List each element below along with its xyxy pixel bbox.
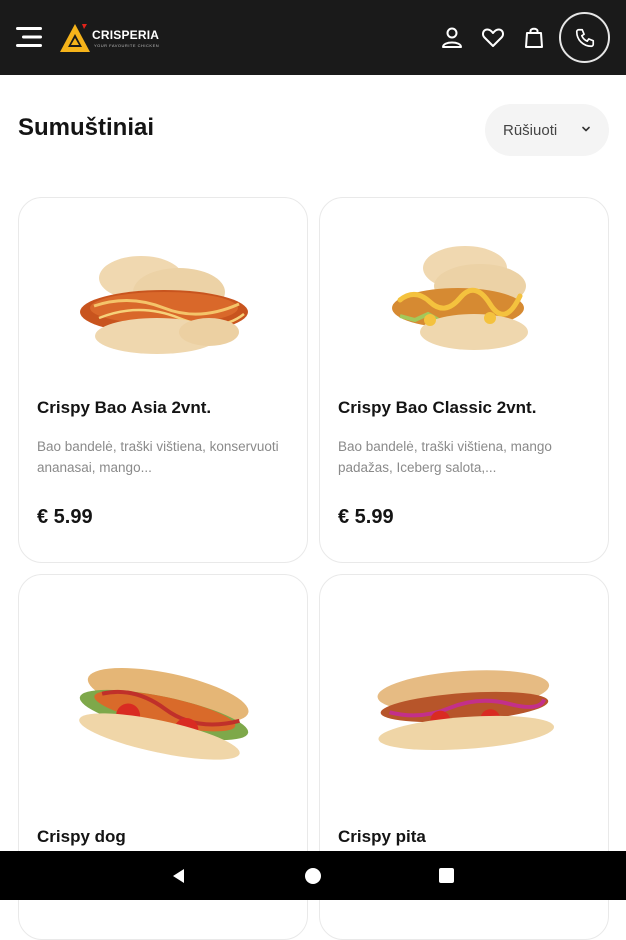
sort-label: Rūšiuoti — [503, 121, 558, 139]
product-image-bao-asia — [80, 256, 248, 354]
product-description: Bao bandelė, traški vištiena, mango pada… — [338, 439, 552, 475]
home-icon[interactable] — [305, 868, 321, 884]
product-name: Crispy dog — [37, 827, 126, 846]
product-card[interactable]: Crispy Bao Asia 2vnt. Bao bandelė, trašk… — [18, 197, 308, 563]
product-name: Crispy pita — [338, 827, 426, 846]
heart-icon[interactable] — [481, 25, 505, 49]
back-icon[interactable] — [170, 867, 188, 885]
brand-logo[interactable]: CRISPERIA YOUR FAVOURITE CHICKEN — [58, 22, 168, 56]
sort-dropdown[interactable]: Rūšiuoti — [485, 104, 609, 156]
product-name: Crispy Bao Classic 2vnt. — [338, 398, 537, 417]
brand-tagline: YOUR FAVOURITE CHICKEN — [94, 43, 160, 48]
chevron-down-icon — [582, 126, 590, 132]
product-card[interactable]: Crispy Bao Classic 2vnt. Bao bandelė, tr… — [319, 197, 609, 563]
product-name: Crispy Bao Asia 2vnt. — [37, 398, 212, 417]
brand-name: CRISPERIA — [92, 28, 160, 42]
product-image-bao-classic — [392, 246, 528, 350]
recents-icon[interactable] — [439, 868, 454, 883]
shopping-bag-icon[interactable] — [522, 25, 546, 49]
product-price: € 5.99 — [37, 506, 93, 528]
product-price: € 5.99 — [338, 506, 394, 528]
product-image-hot-dog — [79, 667, 249, 760]
user-icon[interactable] — [440, 25, 464, 49]
call-button[interactable] — [559, 12, 610, 63]
page-title: Sumuštiniai — [18, 114, 155, 141]
phone-icon — [575, 28, 594, 47]
menu-icon[interactable] — [14, 24, 44, 50]
product-description: Bao bandelė, traški vištiena, konservuot… — [37, 439, 279, 475]
app-header: CRISPERIA YOUR FAVOURITE CHICKEN — [0, 0, 626, 75]
product-image-pita — [377, 670, 555, 751]
system-nav-bar — [0, 851, 626, 900]
